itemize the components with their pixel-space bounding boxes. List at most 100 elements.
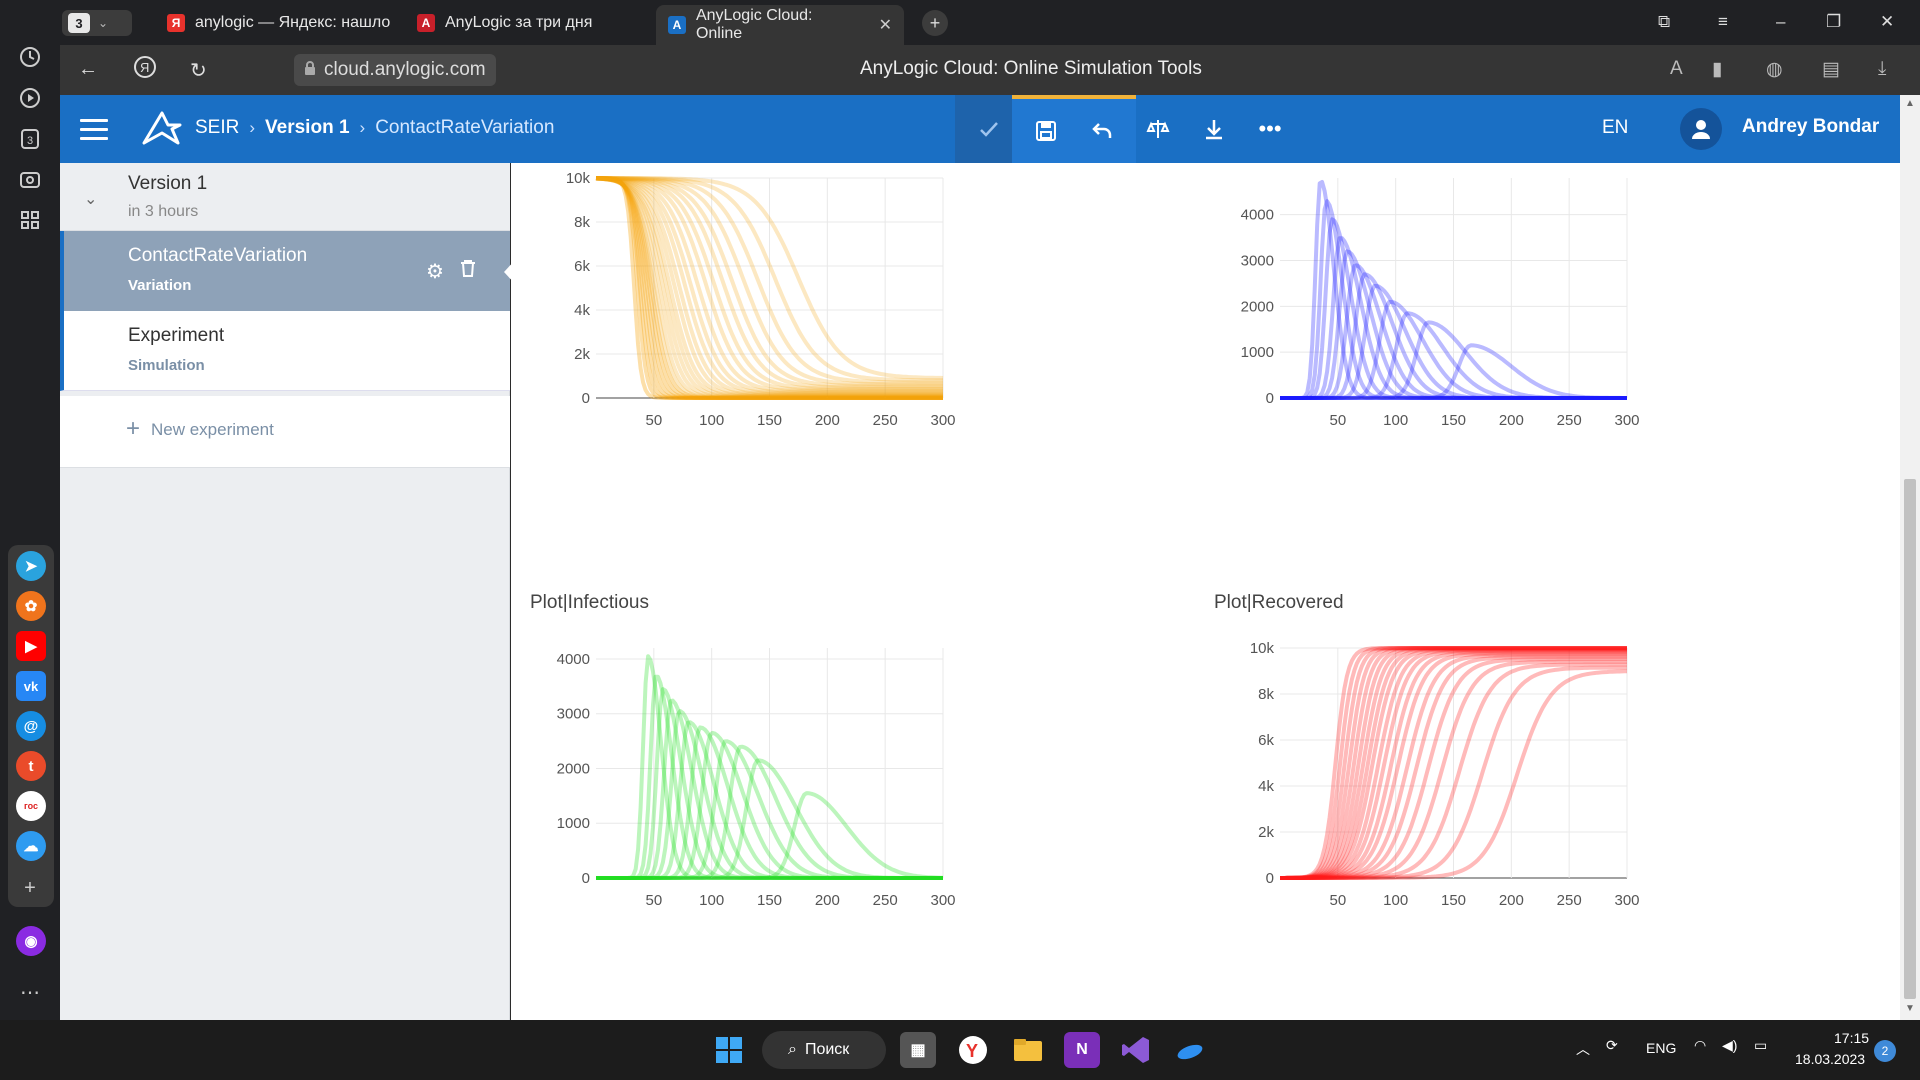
telegram-icon[interactable]: ➤ bbox=[16, 551, 46, 581]
check-icon bbox=[980, 122, 998, 137]
visual-studio-icon[interactable] bbox=[1118, 1032, 1154, 1068]
mail-icon[interactable]: @ bbox=[16, 711, 46, 741]
screenshot-icon[interactable] bbox=[16, 166, 44, 194]
x-tick-label: 50 bbox=[645, 412, 662, 429]
language-selector[interactable]: EN bbox=[1602, 117, 1628, 139]
y-tick-label: 4000 bbox=[557, 651, 590, 668]
version-row[interactable]: ⌄ Version 1 in 3 hours bbox=[60, 163, 510, 231]
vk-icon[interactable]: vk bbox=[16, 671, 46, 701]
apps-grid-icon[interactable] bbox=[16, 206, 44, 234]
svg-text:Y: Y bbox=[966, 1041, 978, 1061]
yandex-home-icon[interactable]: Я bbox=[133, 55, 157, 85]
y-tick-label: 2k bbox=[574, 346, 590, 363]
experiment-item-experiment[interactable]: Experiment Simulation bbox=[60, 311, 510, 391]
anylogic-app-icon[interactable] bbox=[1172, 1032, 1208, 1068]
scroll-thumb[interactable] bbox=[1904, 479, 1916, 999]
onenote-icon[interactable]: N bbox=[1064, 1032, 1100, 1068]
page-scrollbar[interactable]: ▲ ▼ bbox=[1900, 95, 1920, 1020]
clock-time[interactable]: 17:15 bbox=[1834, 1030, 1869, 1046]
more-dots-icon[interactable]: ⋯ bbox=[16, 978, 44, 1006]
input-language[interactable]: ENG bbox=[1646, 1040, 1676, 1056]
scroll-down-icon[interactable]: ▼ bbox=[1905, 1003, 1915, 1014]
tab-counter[interactable]: 3 ⌄ bbox=[62, 10, 132, 36]
notification-badge[interactable]: 2 bbox=[1874, 1040, 1896, 1062]
windows-taskbar: ⌕ Поиск ▦ Y N ︿ ⟳ ENG ◠ ◀) ▭ 17:15 18.03… bbox=[0, 1020, 1920, 1080]
experiment-type: Variation bbox=[128, 277, 192, 294]
y-tick-label: 3000 bbox=[557, 706, 590, 723]
okko-icon[interactable]: ✿ bbox=[16, 591, 46, 621]
address-bar: ← Я ↻ cloud.anylogic.com AnyLogic Cloud:… bbox=[60, 45, 1920, 95]
close-tab-icon[interactable]: ✕ bbox=[879, 15, 892, 35]
close-window-icon[interactable]: ✕ bbox=[1880, 12, 1894, 32]
gosuslugi-icon[interactable]: гос bbox=[16, 791, 46, 821]
sync-icon[interactable]: ⟳ bbox=[1606, 1037, 1618, 1054]
tab-pdf[interactable]: A AnyLogic за три дня bbox=[405, 5, 604, 41]
gear-icon[interactable]: ⚙ bbox=[426, 259, 444, 284]
tab-anylogic-cloud[interactable]: A AnyLogic Cloud: Online ✕ bbox=[656, 5, 904, 45]
x-tick-label: 200 bbox=[815, 412, 840, 429]
x-tick-label: 100 bbox=[699, 892, 724, 909]
anylogic-logo-icon[interactable] bbox=[142, 109, 182, 149]
clock-date[interactable]: 18.03.2023 bbox=[1795, 1051, 1865, 1067]
hamburger-menu-icon[interactable] bbox=[80, 119, 108, 140]
experiment-item-contactratevariation[interactable]: ContactRateVariation Variation ⚙ bbox=[60, 231, 516, 311]
new-tab-button[interactable]: + bbox=[922, 10, 948, 36]
volume-icon[interactable]: ◀) bbox=[1722, 1037, 1737, 1054]
browser-sidebar: 3 ➤ ✿ ▶ vk @ t гос ☁ + ◉ ⋯ bbox=[0, 0, 60, 1020]
tray-chevron-icon[interactable]: ︿ bbox=[1576, 1039, 1590, 1059]
add-panel-icon[interactable]: + bbox=[16, 874, 44, 902]
play-icon[interactable] bbox=[16, 84, 44, 112]
alice-icon[interactable]: ◉ bbox=[16, 926, 46, 956]
trash-icon[interactable] bbox=[460, 259, 476, 283]
tinkoff-icon[interactable]: t bbox=[16, 751, 46, 781]
scroll-up-icon[interactable]: ▲ bbox=[1905, 98, 1915, 109]
new-experiment-button[interactable]: + New experiment bbox=[60, 396, 510, 468]
avatar[interactable] bbox=[1680, 108, 1722, 150]
tab-yandex[interactable]: Я anylogic — Яндекс: нашло bbox=[155, 5, 402, 41]
minimize-icon[interactable]: – bbox=[1776, 12, 1785, 32]
chevron-down-icon[interactable]: ⌄ bbox=[84, 189, 97, 209]
back-icon[interactable]: ← bbox=[78, 58, 98, 81]
x-tick-label: 150 bbox=[1441, 892, 1466, 909]
reload-icon[interactable]: ↻ bbox=[190, 58, 207, 83]
calculator-icon[interactable]: ▦ bbox=[900, 1032, 936, 1068]
experiment-title: ContactRateVariation bbox=[128, 245, 308, 266]
crumb-separator: › bbox=[249, 118, 256, 137]
taskbar-search[interactable]: ⌕ Поиск bbox=[762, 1031, 886, 1069]
youtube-icon[interactable]: ▶ bbox=[16, 631, 46, 661]
y-tick-label: 6k bbox=[574, 258, 590, 275]
reader-icon[interactable]: ▤ bbox=[1822, 58, 1840, 81]
user-name[interactable]: Andrey Bondar bbox=[1742, 116, 1879, 138]
battery-icon[interactable]: ▭ bbox=[1754, 1037, 1767, 1054]
restore-icon[interactable]: ❐ bbox=[1826, 12, 1841, 32]
crumb-experiment[interactable]: ContactRateVariation bbox=[375, 117, 554, 139]
translate-icon[interactable]: A bbox=[1670, 58, 1683, 80]
x-tick-label: 150 bbox=[1441, 412, 1466, 429]
cloud-icon[interactable]: ☁ bbox=[16, 831, 46, 861]
y-tick-label: 6k bbox=[1258, 732, 1274, 749]
search-icon: ⌕ bbox=[788, 1041, 797, 1058]
globe-icon[interactable]: ◍ bbox=[1766, 58, 1783, 81]
bookmark-icon[interactable]: ▮ bbox=[1712, 58, 1722, 81]
tabs-count-icon[interactable]: 3 bbox=[16, 125, 44, 153]
yandex-browser-icon[interactable]: Y bbox=[955, 1032, 991, 1068]
y-tick-label: 0 bbox=[1266, 390, 1274, 407]
windows-start-icon[interactable] bbox=[711, 1032, 747, 1068]
crumb-version[interactable]: Version 1 bbox=[265, 117, 350, 139]
version-time: in 3 hours bbox=[128, 203, 199, 220]
y-tick-label: 4k bbox=[1258, 778, 1274, 795]
chart-infectious: 0 1000 2000 3000 4000 50 100 150 200 250 300 bbox=[557, 648, 956, 909]
crumb-model[interactable]: SEIR bbox=[195, 117, 239, 139]
collections-icon[interactable]: ⧉ bbox=[1658, 12, 1670, 32]
breadcrumb: SEIR › Version 1 › ContactRateVariation bbox=[195, 117, 554, 139]
file-explorer-icon[interactable] bbox=[1010, 1032, 1046, 1068]
history-icon[interactable] bbox=[16, 43, 44, 71]
download-icon[interactable]: ⤓ bbox=[1878, 58, 1886, 80]
y-tick-label: 3000 bbox=[1241, 253, 1274, 270]
url-field[interactable]: cloud.anylogic.com bbox=[294, 54, 496, 86]
x-tick-label: 100 bbox=[1383, 412, 1408, 429]
more-button[interactable]: ••• bbox=[1236, 95, 1304, 163]
wifi-icon[interactable]: ◠ bbox=[1694, 1037, 1706, 1054]
menu-icon[interactable]: ≡ bbox=[1718, 12, 1728, 32]
x-tick-label: 250 bbox=[1557, 412, 1582, 429]
